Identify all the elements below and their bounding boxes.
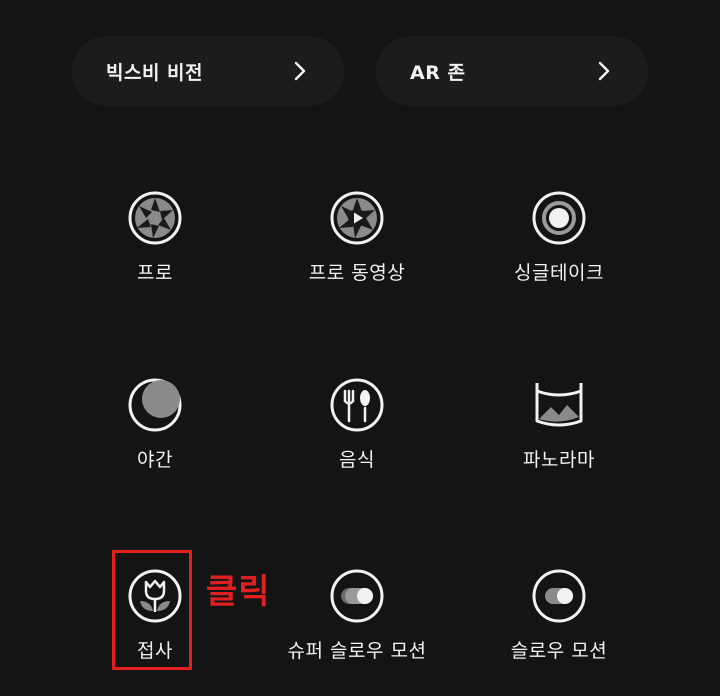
highlight-box xyxy=(112,550,192,670)
chevron-right-icon xyxy=(594,61,614,81)
chevron-right-icon xyxy=(290,61,310,81)
super-slow-icon xyxy=(330,569,384,623)
moon-icon xyxy=(128,378,182,432)
slow-icon xyxy=(532,569,586,623)
mode-label: 프로 xyxy=(137,262,173,284)
single-take-icon xyxy=(532,191,586,245)
bixby-vision-button[interactable]: 빅스비 비전 xyxy=(72,36,344,106)
mode-super-slow[interactable]: 슈퍼 슬로우 모션 xyxy=(257,568,457,663)
mode-label: 야간 xyxy=(137,449,173,471)
aperture-icon xyxy=(128,191,182,245)
video-aperture-icon xyxy=(330,191,384,245)
panorama-icon xyxy=(535,383,583,427)
mode-panorama[interactable]: 파노라마 xyxy=(459,377,659,472)
mode-single-take[interactable]: 싱글테이크 xyxy=(459,190,659,285)
click-annotation: 클릭 xyxy=(206,572,271,612)
ar-zone-label: AR 존 xyxy=(410,61,466,84)
mode-label: 슈퍼 슬로우 모션 xyxy=(287,640,427,662)
mode-label: 파노라마 xyxy=(523,449,595,471)
mode-label: 음식 xyxy=(339,449,375,471)
mode-label: 프로 동영상 xyxy=(308,262,406,284)
ar-zone-button[interactable]: AR 존 xyxy=(376,36,648,106)
bixby-vision-label: 빅스비 비전 xyxy=(106,61,204,84)
fork-spoon-icon xyxy=(330,378,384,432)
mode-pro-video[interactable]: 프로 동영상 xyxy=(257,190,457,285)
mode-night[interactable]: 야간 xyxy=(55,377,255,472)
mode-food[interactable]: 음식 xyxy=(257,377,457,472)
mode-label: 슬로우 모션 xyxy=(510,640,608,662)
mode-label: 싱글테이크 xyxy=(514,262,604,284)
mode-slow[interactable]: 슬로우 모션 xyxy=(459,568,659,663)
mode-pro[interactable]: 프로 xyxy=(55,190,255,285)
